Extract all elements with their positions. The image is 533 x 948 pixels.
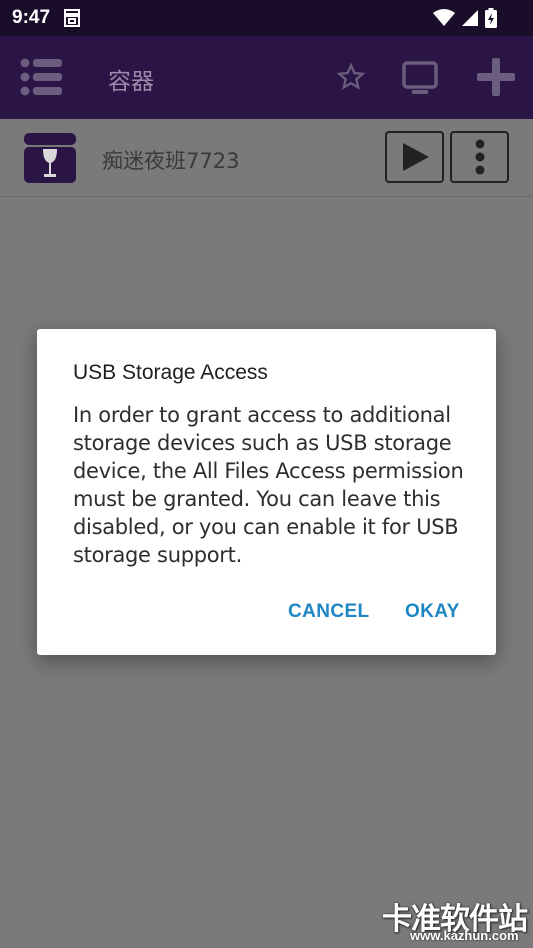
more-vertical-icon xyxy=(475,139,485,175)
container-name: 痴迷夜班7723 xyxy=(102,149,240,173)
wifi-icon xyxy=(433,9,455,26)
run-button[interactable] xyxy=(385,131,444,183)
okay-button[interactable]: OKAY xyxy=(405,601,460,623)
wine-glass-icon xyxy=(24,133,76,183)
menu-icon[interactable] xyxy=(20,58,62,96)
cancel-button[interactable]: CANCEL xyxy=(288,601,370,623)
play-icon xyxy=(403,143,429,171)
dialog-message: In order to grant access to additional s… xyxy=(73,403,464,567)
more-options-button[interactable] xyxy=(450,131,509,183)
usb-storage-dialog: USB Storage Access In order to grant acc… xyxy=(37,329,496,655)
list-item[interactable]: 痴迷夜班7723 xyxy=(0,119,533,197)
watermark: 卡准软件站 www.kazhun.com xyxy=(380,892,533,948)
app-toolbar: 容器 xyxy=(0,36,533,119)
app-notification-icon xyxy=(64,9,80,27)
watermark-url: www.kazhun.com xyxy=(410,928,519,943)
battery-icon xyxy=(485,8,497,28)
signal-icon xyxy=(462,10,478,26)
dialog-title: USB Storage Access xyxy=(73,361,268,384)
status-indicators xyxy=(433,8,497,28)
monitor-icon[interactable] xyxy=(402,60,438,96)
star-icon[interactable] xyxy=(337,63,365,91)
status-bar: 9:47 xyxy=(0,0,533,36)
status-time: 9:47 xyxy=(12,7,51,28)
add-icon[interactable] xyxy=(475,56,517,98)
page-title: 容器 xyxy=(108,69,154,95)
